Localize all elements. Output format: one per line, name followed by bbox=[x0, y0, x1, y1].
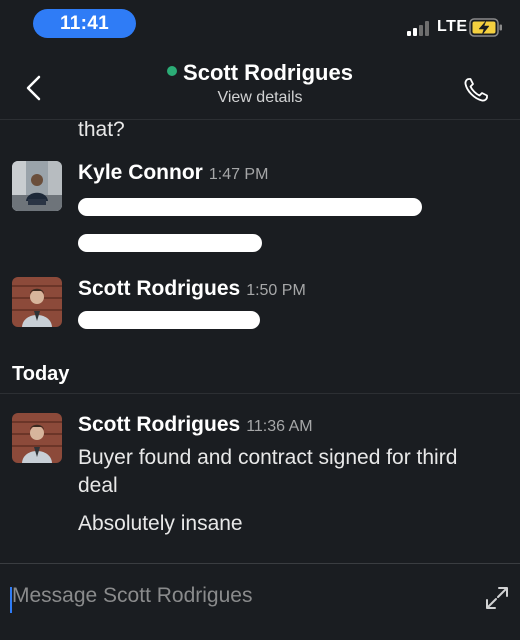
redacted-text bbox=[78, 311, 260, 329]
sender-name[interactable]: Kyle Connor bbox=[78, 161, 203, 184]
network-type-label: LTE bbox=[437, 18, 468, 35]
signal-strength-icon bbox=[407, 20, 433, 36]
message-timestamp: 11:36 AM bbox=[246, 418, 313, 435]
message-continuation-text: that? bbox=[78, 121, 125, 141]
presence-dot-icon bbox=[167, 66, 178, 76]
message-body-line: deal bbox=[78, 474, 118, 497]
avatar[interactable] bbox=[12, 277, 62, 327]
header-contact-name: Scott Rodrigues bbox=[183, 60, 353, 85]
status-bar: 11:41 LTE bbox=[0, 0, 520, 54]
battery-charging-icon bbox=[469, 18, 502, 37]
view-details-link[interactable]: View details bbox=[100, 89, 420, 107]
message-timestamp: 1:50 PM bbox=[246, 282, 306, 299]
avatar[interactable] bbox=[12, 413, 62, 463]
message-input[interactable]: Message Scott Rodrigues bbox=[12, 584, 252, 608]
message-sender[interactable]: Kyle Connor 1:47 PM bbox=[78, 161, 268, 185]
redacted-text bbox=[78, 234, 262, 252]
channel-header: Scott Rodrigues View details bbox=[0, 54, 520, 120]
message-sender[interactable]: Scott Rodrigues 1:50 PM bbox=[78, 277, 306, 301]
day-divider-label: Today bbox=[12, 363, 70, 385]
day-divider bbox=[0, 393, 520, 394]
redacted-text bbox=[78, 198, 422, 216]
back-chevron-icon[interactable] bbox=[18, 72, 50, 104]
message-feed[interactable]: that? Kyle Connor 1:47 PM Scott Rodrigues… bbox=[0, 121, 520, 563]
message-body-line: Buyer found and contract signed for thir… bbox=[78, 446, 458, 469]
phone-icon[interactable] bbox=[462, 76, 490, 104]
message-body-line: Absolutely insane bbox=[78, 512, 243, 535]
header-title-block[interactable]: Scott Rodrigues View details bbox=[100, 60, 420, 107]
status-time: 11:41 bbox=[33, 9, 136, 38]
expand-icon[interactable] bbox=[483, 584, 511, 612]
message-sender[interactable]: Scott Rodrigues 11:36 AM bbox=[78, 413, 313, 437]
message-composer[interactable]: Message Scott Rodrigues bbox=[0, 563, 520, 640]
message-timestamp: 1:47 PM bbox=[208, 166, 269, 183]
avatar[interactable] bbox=[12, 161, 62, 211]
sender-name[interactable]: Scott Rodrigues bbox=[78, 413, 240, 436]
sender-name[interactable]: Scott Rodrigues bbox=[78, 277, 240, 300]
